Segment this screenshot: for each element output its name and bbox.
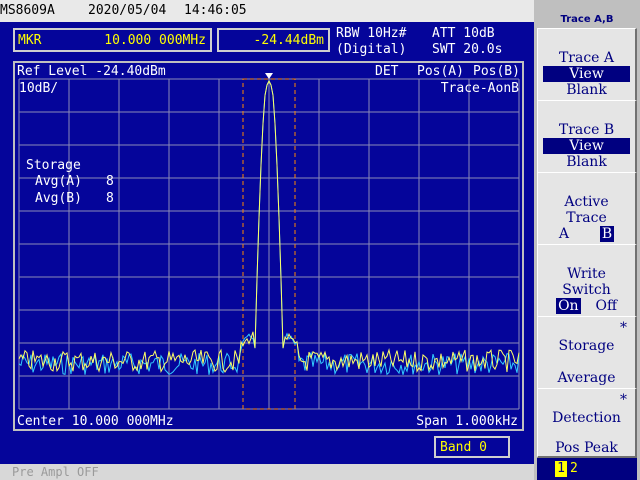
- time-label: 14:46:05: [184, 3, 247, 18]
- pre-ampl-label: Pre Ampl OFF: [12, 465, 99, 479]
- softkey-panel: Trace A,B Trace A View Blank Trace B Vie…: [534, 0, 640, 480]
- trace-b-title: Trace B: [558, 122, 615, 138]
- att-label: ATT 10dB: [432, 26, 495, 41]
- rbw-mode-label: (Digital): [336, 42, 407, 57]
- softkey-trace-b[interactable]: Trace B View Blank: [537, 100, 637, 174]
- band-label: Band 0: [440, 440, 487, 455]
- active-trace-line1: Active: [564, 194, 609, 210]
- storage-key-title: Storage: [558, 338, 615, 354]
- page-1[interactable]: 1: [555, 461, 567, 477]
- swt-label: SWT 20.0s: [432, 42, 503, 57]
- softkey-trace-a[interactable]: Trace A View Blank: [537, 28, 637, 102]
- trace-a-view: View: [543, 66, 630, 82]
- avg-a-value: 8: [106, 174, 114, 189]
- storage-asterisk: *: [620, 320, 627, 336]
- marker-frequency-box: MKR 10.000 000MHz: [13, 28, 212, 52]
- write-switch-off: Off: [595, 298, 617, 314]
- marker-level-box: -24.44dBm: [217, 28, 330, 52]
- softkey-detection[interactable]: * Detection Pos Peak: [537, 388, 637, 458]
- center-frequency-label: Center 10.000 000MHz: [17, 414, 174, 429]
- avg-b-value: 8: [106, 191, 114, 206]
- marker-triangle-icon: [265, 73, 273, 79]
- marker-label: MKR: [18, 33, 42, 48]
- trace-a-blank: Blank: [566, 82, 607, 98]
- softkey-storage[interactable]: * Storage Average: [537, 316, 637, 390]
- storage-title: Storage: [26, 158, 81, 173]
- rbw-label: RBW 10Hz#: [336, 26, 407, 41]
- span-label: Span 1.000kHz: [416, 414, 518, 429]
- write-switch-line2: Switch: [562, 282, 611, 298]
- pre-ampl-bar: Pre Ampl OFF: [0, 464, 534, 480]
- trace-a-title: Trace A: [558, 50, 615, 66]
- marker-level: -24.44dBm: [253, 33, 324, 48]
- write-switch-on: On: [556, 298, 581, 314]
- softkey-menu-title: Trace A,B: [534, 0, 640, 26]
- detection-key-title: Detection: [552, 410, 621, 426]
- spectrum-screen: Ref Level -24.40dBm 10dB/ DET Pos(A) Pos…: [13, 61, 524, 431]
- trace-b-blank: Blank: [566, 154, 607, 170]
- det-pos-a-label: Pos(A): [417, 64, 464, 79]
- det-label: DET: [375, 64, 399, 79]
- page-2[interactable]: 2: [570, 461, 578, 476]
- active-trace-line2: Trace: [566, 210, 607, 226]
- menu-title-text: Trace A,B: [560, 14, 614, 25]
- status-bar: MS8609A 2020/05/04 14:46:05: [0, 0, 534, 22]
- write-switch-line1: Write: [567, 266, 606, 282]
- det-pos-b-label: Pos(B): [473, 64, 520, 79]
- active-trace-a: A: [558, 226, 569, 242]
- detection-key-value: Pos Peak: [555, 440, 618, 456]
- marker-frequency: 10.000 000MHz: [104, 33, 206, 48]
- trace-mode-label: Trace-AonB: [440, 81, 519, 96]
- scale-label: 10dB/: [19, 81, 59, 96]
- avg-b-label: Avg(B): [35, 191, 82, 206]
- avg-a-label: Avg(A): [35, 174, 82, 189]
- softkey-write-switch[interactable]: Write Switch On Off: [537, 244, 637, 318]
- detection-asterisk: *: [620, 392, 627, 408]
- trace-b-view: View: [543, 138, 630, 154]
- softkey-active-trace[interactable]: Active Trace A B: [537, 172, 637, 246]
- active-trace-b: B: [599, 226, 615, 242]
- model-label: MS8609A: [0, 3, 55, 18]
- date-label: 2020/05/04: [88, 3, 167, 18]
- ref-level-label: Ref Level -24.40dBm: [17, 64, 166, 79]
- spectrum-plot: [18, 73, 520, 410]
- band-box: Band 0: [434, 436, 510, 458]
- storage-key-value: Average: [557, 370, 616, 386]
- page-indicator: 1 2: [537, 458, 637, 480]
